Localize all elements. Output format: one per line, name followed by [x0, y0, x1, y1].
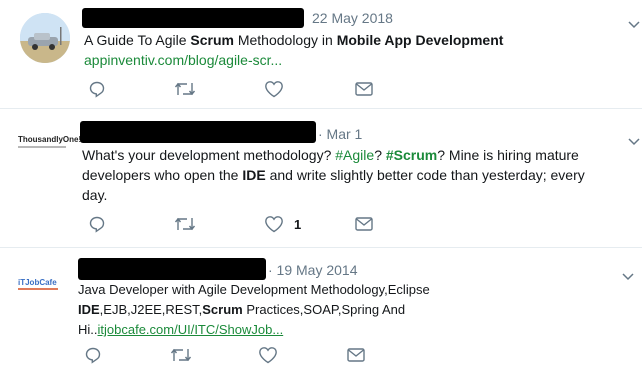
tweet-date[interactable]: · Mar 1 — [318, 126, 362, 142]
tweet-text: What's your development methodology? #Ag… — [82, 145, 642, 205]
avatar-logo-tagline — [18, 288, 58, 290]
like-count: 1 — [294, 216, 302, 232]
like-icon — [265, 81, 283, 98]
text-part: and write slightly better code than yest… — [265, 167, 585, 183]
redacted-username — [82, 8, 304, 28]
avatar-logo-tagline — [18, 146, 66, 148]
tweet-link[interactable]: appinventiv.com/blog/agile-scr... — [84, 52, 282, 68]
tweet-actions — [0, 80, 642, 104]
tweet-date[interactable]: · 19 May 2014 — [268, 262, 358, 278]
tweet-text: A Guide To Agile Scrum Methodology in Mo… — [84, 30, 634, 70]
text-part: Methodology in — [233, 32, 337, 48]
reply-icon — [89, 216, 105, 233]
redacted-username — [78, 258, 266, 280]
text-part: ,EJB,J2EE,REST, — [99, 302, 203, 317]
hashtag-link[interactable]: #Agile — [335, 147, 374, 163]
message-button[interactable] — [346, 346, 366, 364]
redacted-username — [80, 121, 316, 143]
message-icon — [347, 348, 365, 362]
text-part: day. — [82, 187, 108, 203]
message-button[interactable] — [354, 215, 374, 233]
text-part: Hi.. — [78, 322, 98, 337]
avatar-logo-text: iTJobCafe — [18, 278, 57, 287]
bold-keyword: Scrum — [202, 302, 243, 317]
retweet-icon — [170, 348, 192, 362]
bold-keyword: IDE — [242, 167, 266, 183]
retweet-icon — [174, 217, 196, 231]
reply-button[interactable] — [84, 346, 102, 364]
reply-icon — [89, 81, 105, 98]
reply-button[interactable] — [88, 80, 106, 98]
text-part: developers who open the — [82, 167, 243, 183]
like-icon — [259, 347, 277, 364]
tweet-1[interactable]: 22 May 2018 A Guide To Agile Scrum Metho… — [0, 0, 642, 108]
retweet-icon — [174, 82, 196, 96]
text-part: Practices,SOAP,Spring And — [242, 302, 406, 317]
like-icon — [265, 216, 283, 233]
like-button[interactable]: 1 — [264, 215, 301, 233]
tweet-date[interactable]: 22 May 2018 — [312, 10, 393, 26]
tweet-actions: 1 — [0, 215, 642, 239]
avatar-logo-text: ThousandlyOne! — [18, 135, 82, 144]
like-button[interactable] — [264, 80, 294, 98]
text-part: What's your development methodology? — [82, 147, 336, 163]
like-button[interactable] — [258, 346, 288, 364]
tweet-text: Java Developer with Agile Development Me… — [78, 280, 633, 340]
retweet-button[interactable] — [174, 215, 196, 233]
tweet-2[interactable]: ThousandlyOne! · Mar 1 What's your devel… — [0, 109, 642, 247]
avatar[interactable] — [20, 13, 70, 63]
text-part: ? — [374, 147, 386, 163]
tweet-3[interactable]: iTJobCafe · 19 May 2014 Java Developer w… — [0, 248, 642, 368]
tweet-link[interactable]: itjobcafe.com/UI/ITC/ShowJob... — [98, 322, 284, 337]
message-icon — [355, 82, 373, 96]
bold-keyword: Scrum — [190, 32, 234, 48]
message-icon — [355, 217, 373, 231]
retweet-button[interactable] — [170, 346, 192, 364]
retweet-button[interactable] — [174, 80, 196, 98]
bold-keyword: Mobile App Development — [336, 32, 504, 48]
message-button[interactable] — [354, 80, 374, 98]
text-part: A Guide To Agile — [84, 32, 191, 48]
text-part: Java Developer with Agile Development Me… — [78, 282, 430, 297]
text-part: ? Mine is hiring mature — [437, 147, 579, 163]
tweet-actions — [0, 346, 642, 370]
bold-keyword: IDE — [78, 302, 100, 317]
avatar[interactable]: iTJobCafe — [18, 278, 70, 294]
reply-button[interactable] — [88, 215, 106, 233]
avatar[interactable]: ThousandlyOne! — [18, 135, 82, 159]
hashtag-link[interactable]: #Scrum — [386, 147, 437, 163]
reply-icon — [85, 347, 101, 364]
avatar-car-photo — [20, 13, 70, 63]
